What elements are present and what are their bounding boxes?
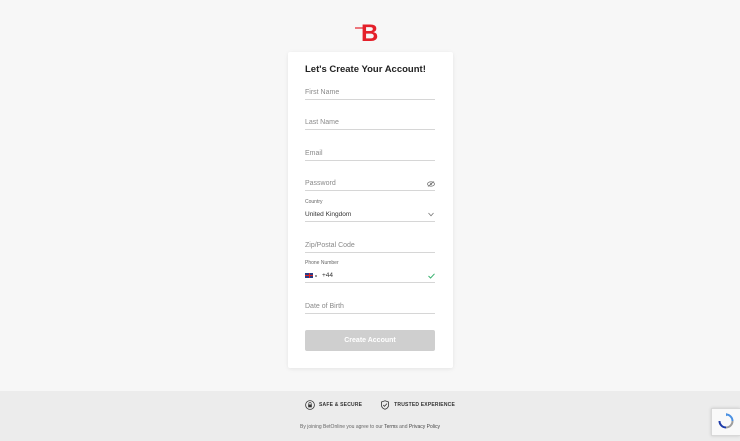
recaptcha-badge[interactable] [711,408,740,436]
trust-badges: SAFE & SECURE TRUSTED EXPERIENCE [305,400,455,410]
legal-notice: By joining BetOnline you agree to our Te… [0,424,740,430]
dob-field[interactable]: Date of Birth [305,300,435,314]
lock-icon [305,400,315,410]
dial-code: +44 [322,272,334,279]
legal-prefix: By joining BetOnline you agree to our [299,424,385,430]
safe-secure-label: SAFE & SECURE [319,402,363,408]
country-value: United Kingdom [305,211,352,218]
password-field[interactable]: Password [305,177,435,191]
safe-secure-badge: SAFE & SECURE [305,400,362,410]
terms-link[interactable]: Terms [384,424,398,430]
signup-card: Let's Create Your Account! First Name La… [288,52,453,368]
email-placeholder: Email [305,150,323,157]
privacy-policy-link[interactable]: Privacy Policy [409,424,440,430]
last-name-placeholder: Last Name [305,119,339,126]
first-name-field[interactable]: First Name [305,86,435,100]
logo-letter: B [361,20,378,44]
first-name-placeholder: First Name [305,89,340,96]
dropdown-dot-icon [315,274,317,277]
valid-check-icon [428,273,435,279]
zip-field[interactable]: Zip/Postal Code [305,239,435,253]
chevron-down-icon [428,212,434,217]
betonline-logo[interactable]: B [355,18,383,44]
hide-password-icon[interactable] [427,181,435,187]
password-placeholder: Password [305,180,336,187]
uk-flag-icon [305,273,313,278]
dob-placeholder: Date of Birth [305,303,344,310]
zip-placeholder: Zip/Postal Code [305,242,355,249]
country-label: Country [305,199,323,205]
footer: SAFE & SECURE TRUSTED EXPERIENCE By join… [0,391,740,441]
last-name-field[interactable]: Last Name [305,116,435,130]
legal-and: and [397,424,409,430]
create-account-button[interactable]: Create Account [305,330,435,351]
shield-check-icon [381,400,390,410]
country-select[interactable]: Country United Kingdom [305,199,435,222]
recaptcha-icon [718,413,734,429]
phone-label: Phone Number [305,260,339,266]
trusted-experience-badge: TRUSTED EXPERIENCE [380,400,455,410]
country-code-picker[interactable]: +44 [305,272,333,279]
phone-field[interactable]: Phone Number +44 [305,260,435,283]
trusted-experience-label: TRUSTED EXPERIENCE [394,402,456,408]
form-title: Let's Create Your Account! [305,64,426,75]
email-field[interactable]: Email [305,147,435,161]
